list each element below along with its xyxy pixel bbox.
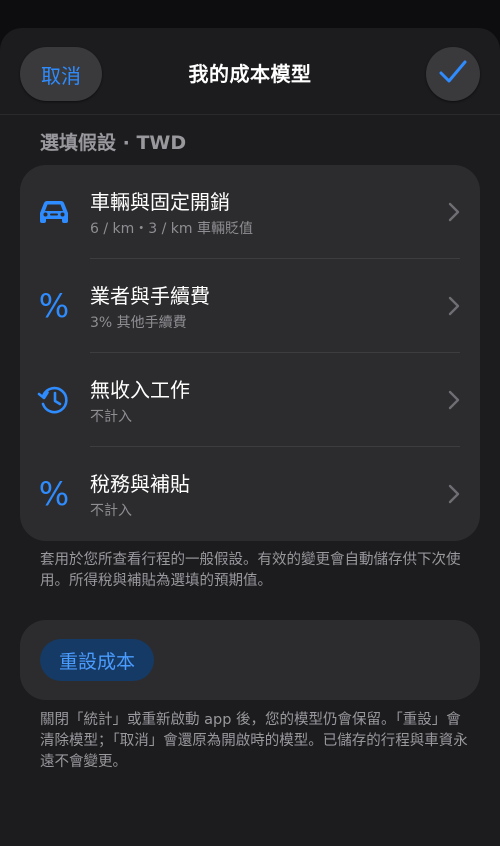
chevron-right-icon (448, 484, 460, 504)
car-icon (34, 189, 74, 235)
percent-glyph: % (38, 475, 70, 513)
row-subtitle: 6 / km・3 / km 車輛貶值 (90, 221, 253, 237)
confirm-button[interactable] (426, 47, 480, 101)
percent-glyph: % (38, 287, 70, 325)
row-title: 稅務與補貼 (90, 472, 190, 496)
row-unpaid-work[interactable]: 無收入工作 不計入 (20, 353, 480, 447)
row-title: 車輛與固定開銷 (90, 190, 230, 214)
chevron-right-icon (448, 202, 460, 222)
row-subtitle: 3% 其他手續費 (90, 315, 187, 331)
assumptions-card: 車輛與固定開銷 6 / km・3 / km 車輛貶值 % 業者與手續費 3% 其… (20, 165, 480, 541)
row-title: 業者與手續費 (90, 284, 210, 308)
persistence-footnote: 關閉「統計」或重新啟動 app 後，您的模型仍會保留。「重設」會清除模型；「取消… (40, 712, 468, 770)
history-clock-icon (34, 377, 74, 423)
row-tax-subsidy[interactable]: % 稅務與補貼 不計入 (20, 447, 480, 541)
cost-model-sheet: 取消 我的成本模型 選填假設 · TWD 車輛與固定開銷 6 / km・3 / … (0, 28, 500, 846)
chevron-right-icon (448, 390, 460, 410)
percent-icon: % (34, 471, 74, 517)
chevron-right-icon (448, 296, 460, 316)
percent-icon: % (34, 283, 74, 329)
row-vehicle-fixed-costs[interactable]: 車輛與固定開銷 6 / km・3 / km 車輛貶值 (20, 165, 480, 259)
row-operator-fees[interactable]: % 業者與手續費 3% 其他手續費 (20, 259, 480, 353)
row-subtitle: 不計入 (90, 503, 132, 519)
reset-label: 重設成本 (58, 650, 135, 673)
checkmark-icon (439, 60, 467, 88)
assumptions-footnote: 套用於您所查看行程的一般假設。有效的變更會自動儲存供下次使用。所得稅與補貼為選填… (40, 552, 461, 589)
navigation-bar: 取消 我的成本模型 (0, 28, 500, 115)
section-header: 選填假設 · TWD (40, 132, 187, 154)
row-subtitle: 不計入 (90, 409, 132, 425)
reset-card: 重設成本 (20, 620, 480, 700)
reset-costs-button[interactable]: 重設成本 (40, 639, 154, 681)
page-title: 我的成本模型 (188, 62, 312, 86)
row-title: 無收入工作 (90, 378, 190, 402)
